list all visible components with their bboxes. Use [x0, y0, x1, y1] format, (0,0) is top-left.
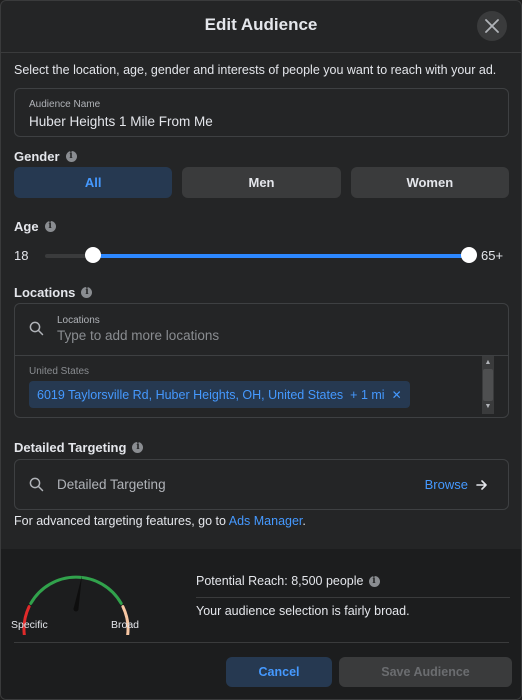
- age-section-label: Age i: [14, 219, 56, 234]
- edit-audience-dialog: Edit Audience Select the location, age, …: [0, 0, 522, 700]
- close-button[interactable]: [477, 11, 507, 41]
- cancel-button[interactable]: Cancel: [226, 657, 332, 687]
- selected-locations-list: United States 6019 Taylorsville Rd, Hube…: [15, 355, 508, 418]
- detailed-targeting-input[interactable]: Detailed Targeting: [57, 477, 166, 492]
- age-label: Age: [14, 219, 39, 234]
- detailed-targeting-section-label: Detailed Targeting i: [14, 440, 144, 455]
- info-icon[interactable]: i: [65, 151, 77, 162]
- age-slider-range: [93, 254, 469, 258]
- close-icon: [485, 19, 499, 33]
- footer-divider: [14, 642, 509, 643]
- locations-field-label: Locations: [57, 315, 100, 326]
- gauge-specific-label: Specific: [11, 619, 48, 631]
- age-min-handle[interactable]: [85, 247, 101, 263]
- save-audience-button[interactable]: Save Audience: [339, 657, 512, 687]
- ads-manager-link[interactable]: Ads Manager: [229, 514, 303, 528]
- audience-name-field[interactable]: Audience Name Huber Heights 1 Mile From …: [14, 88, 509, 137]
- locations-search-input[interactable]: [57, 328, 477, 343]
- gender-option-all[interactable]: All: [14, 167, 173, 198]
- locations-section-label: Locations i: [14, 285, 93, 300]
- intro-text: Select the location, age, gender and int…: [14, 63, 497, 77]
- info-icon[interactable]: i: [44, 221, 56, 232]
- info-icon[interactable]: i: [368, 575, 380, 587]
- detailed-targeting-field[interactable]: Detailed Targeting Browse: [14, 459, 509, 510]
- dialog-header: Edit Audience: [1, 1, 521, 53]
- gender-section-label: Gender i: [14, 149, 77, 164]
- info-icon[interactable]: i: [81, 287, 93, 298]
- scroll-down-icon[interactable]: ▼: [482, 402, 494, 412]
- locations-box: Locations United States 6019 Taylorsvill…: [14, 303, 509, 418]
- info-icon[interactable]: i: [132, 442, 144, 453]
- age-slider-track[interactable]: [45, 254, 469, 258]
- gauge-needle-hub: [73, 606, 79, 612]
- potential-reach-text: Potential Reach: 8,500 people: [196, 574, 364, 588]
- reach-divider: [196, 597, 510, 598]
- scroll-thumb[interactable]: [483, 369, 493, 401]
- age-max-label: 65+: [481, 248, 504, 263]
- search-icon: [29, 321, 44, 336]
- browse-label: Browse: [424, 477, 468, 492]
- gender-option-women[interactable]: Women: [350, 167, 509, 198]
- search-icon: [29, 477, 44, 492]
- gender-selector: All Men Women: [14, 167, 509, 198]
- remove-location-icon[interactable]: ✕: [392, 388, 402, 402]
- gauge-broad-label: Broad: [111, 619, 140, 631]
- advanced-suffix: .: [302, 514, 306, 528]
- locations-scrollbar[interactable]: ▲ ▼: [482, 356, 494, 414]
- advanced-targeting-note: For advanced targeting features, go to A…: [14, 514, 306, 528]
- audience-name-label: Audience Name: [29, 99, 101, 110]
- location-chip-text: 6019 Taylorsville Rd, Huber Heights, OH,…: [37, 387, 344, 402]
- age-min-label: 18: [14, 248, 29, 263]
- gender-label: Gender: [14, 149, 60, 164]
- gauge-needle: [73, 575, 82, 610]
- locations-label: Locations: [14, 285, 76, 300]
- location-chip[interactable]: 6019 Taylorsville Rd, Huber Heights, OH,…: [29, 381, 410, 408]
- scroll-up-icon[interactable]: ▲: [482, 358, 494, 368]
- gender-option-men[interactable]: Men: [182, 167, 341, 198]
- potential-reach: Potential Reach: 8,500 people i: [196, 574, 380, 588]
- dialog-title: Edit Audience: [204, 15, 318, 34]
- arrow-right-icon: [476, 479, 487, 490]
- audience-name-value[interactable]: Huber Heights 1 Mile From Me: [29, 114, 213, 129]
- country-label: United States: [29, 366, 90, 377]
- location-radius[interactable]: + 1 mi: [350, 388, 384, 402]
- reach-description: Your audience selection is fairly broad.: [196, 604, 410, 618]
- age-max-handle[interactable]: [461, 247, 477, 263]
- browse-button[interactable]: Browse: [425, 477, 488, 492]
- detailed-targeting-label: Detailed Targeting: [14, 440, 127, 455]
- advanced-prefix: For advanced targeting features, go to: [14, 514, 226, 528]
